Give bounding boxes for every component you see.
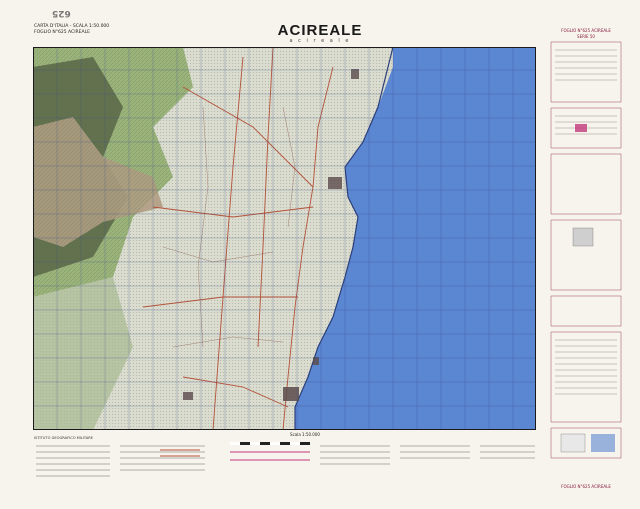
bottom-legend: ISTITUTO GEOGRAFICO MILITARE xyxy=(30,432,540,502)
map-canvas xyxy=(33,47,536,430)
sheet-number-stamp: 625 xyxy=(52,8,71,18)
legend-symbols xyxy=(36,442,535,477)
map-title: ACIREALE xyxy=(277,22,363,39)
scale-label: Scala 1:50.000 xyxy=(290,432,320,437)
map-sheet: 625 CARTA D'ITALIA - SCALA 1:50.000 FOGL… xyxy=(0,0,640,509)
legend-panels xyxy=(550,41,622,459)
marginal-legend: FOGLIO N°625 ACIREALE SERIE 50 FOGLIO N°… xyxy=(547,28,625,496)
legend-footer: FOGLIO N°625 ACIREALE xyxy=(561,484,611,489)
topographic-map[interactable] xyxy=(33,47,536,430)
map-subtitle: a c i r e a l e xyxy=(289,38,351,44)
